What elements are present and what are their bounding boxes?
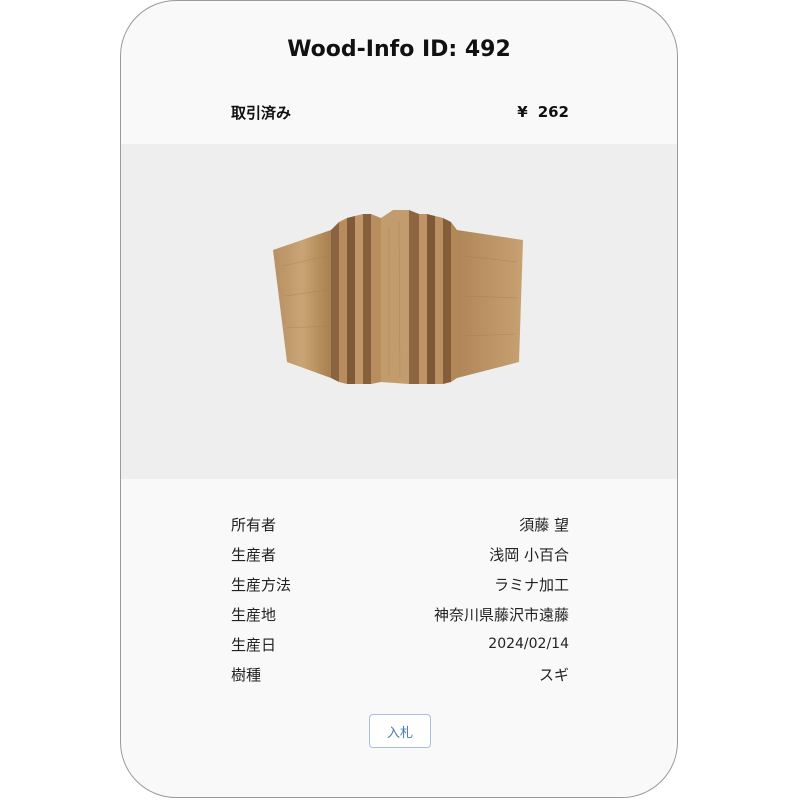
detail-value: 神奈川県藤沢市遠藤 [433,605,569,624]
detail-value: スギ [538,665,569,684]
details-list: 所有者 須藤 望 生産者 浅岡 小百合 生産方法 ラミナ加工 生産地 神奈川県藤… [231,509,569,689]
detail-label: 所有者 [231,515,277,534]
detail-row-species: 樹種 スギ [231,659,569,689]
price-value: 262 [537,103,569,121]
detail-row-date: 生産日 2024/02/14 [231,629,569,659]
wood-image [273,210,523,384]
detail-row-owner: 所有者 須藤 望 [231,509,569,539]
detail-row-origin: 生産地 神奈川県藤沢市遠藤 [231,599,569,629]
currency-symbol: ¥ [517,103,528,121]
wood-info-card: Wood-Info ID: 492 取引済み ¥ 262 所有者 須藤 望 生産… [120,0,678,798]
detail-value: ラミナ加工 [493,575,569,594]
detail-value: 須藤 望 [519,515,569,534]
page-title: Wood-Info ID: 492 [287,37,511,62]
detail-row-method: 生産方法 ラミナ加工 [231,569,569,599]
detail-label: 樹種 [231,665,262,684]
detail-label: 生産日 [231,635,277,654]
bid-button[interactable]: 入札 [369,714,431,748]
detail-label: 生産地 [231,605,277,624]
detail-row-producer: 生産者 浅岡 小百合 [231,539,569,569]
detail-value: 2024/02/14 [488,636,569,652]
detail-value: 浅岡 小百合 [489,545,569,564]
price: ¥ 262 [517,103,569,121]
status-row: 取引済み ¥ 262 [231,101,569,123]
detail-label: 生産者 [231,545,277,564]
status-badge: 取引済み [231,103,292,122]
detail-label: 生産方法 [231,575,292,594]
product-image-area [121,144,677,479]
